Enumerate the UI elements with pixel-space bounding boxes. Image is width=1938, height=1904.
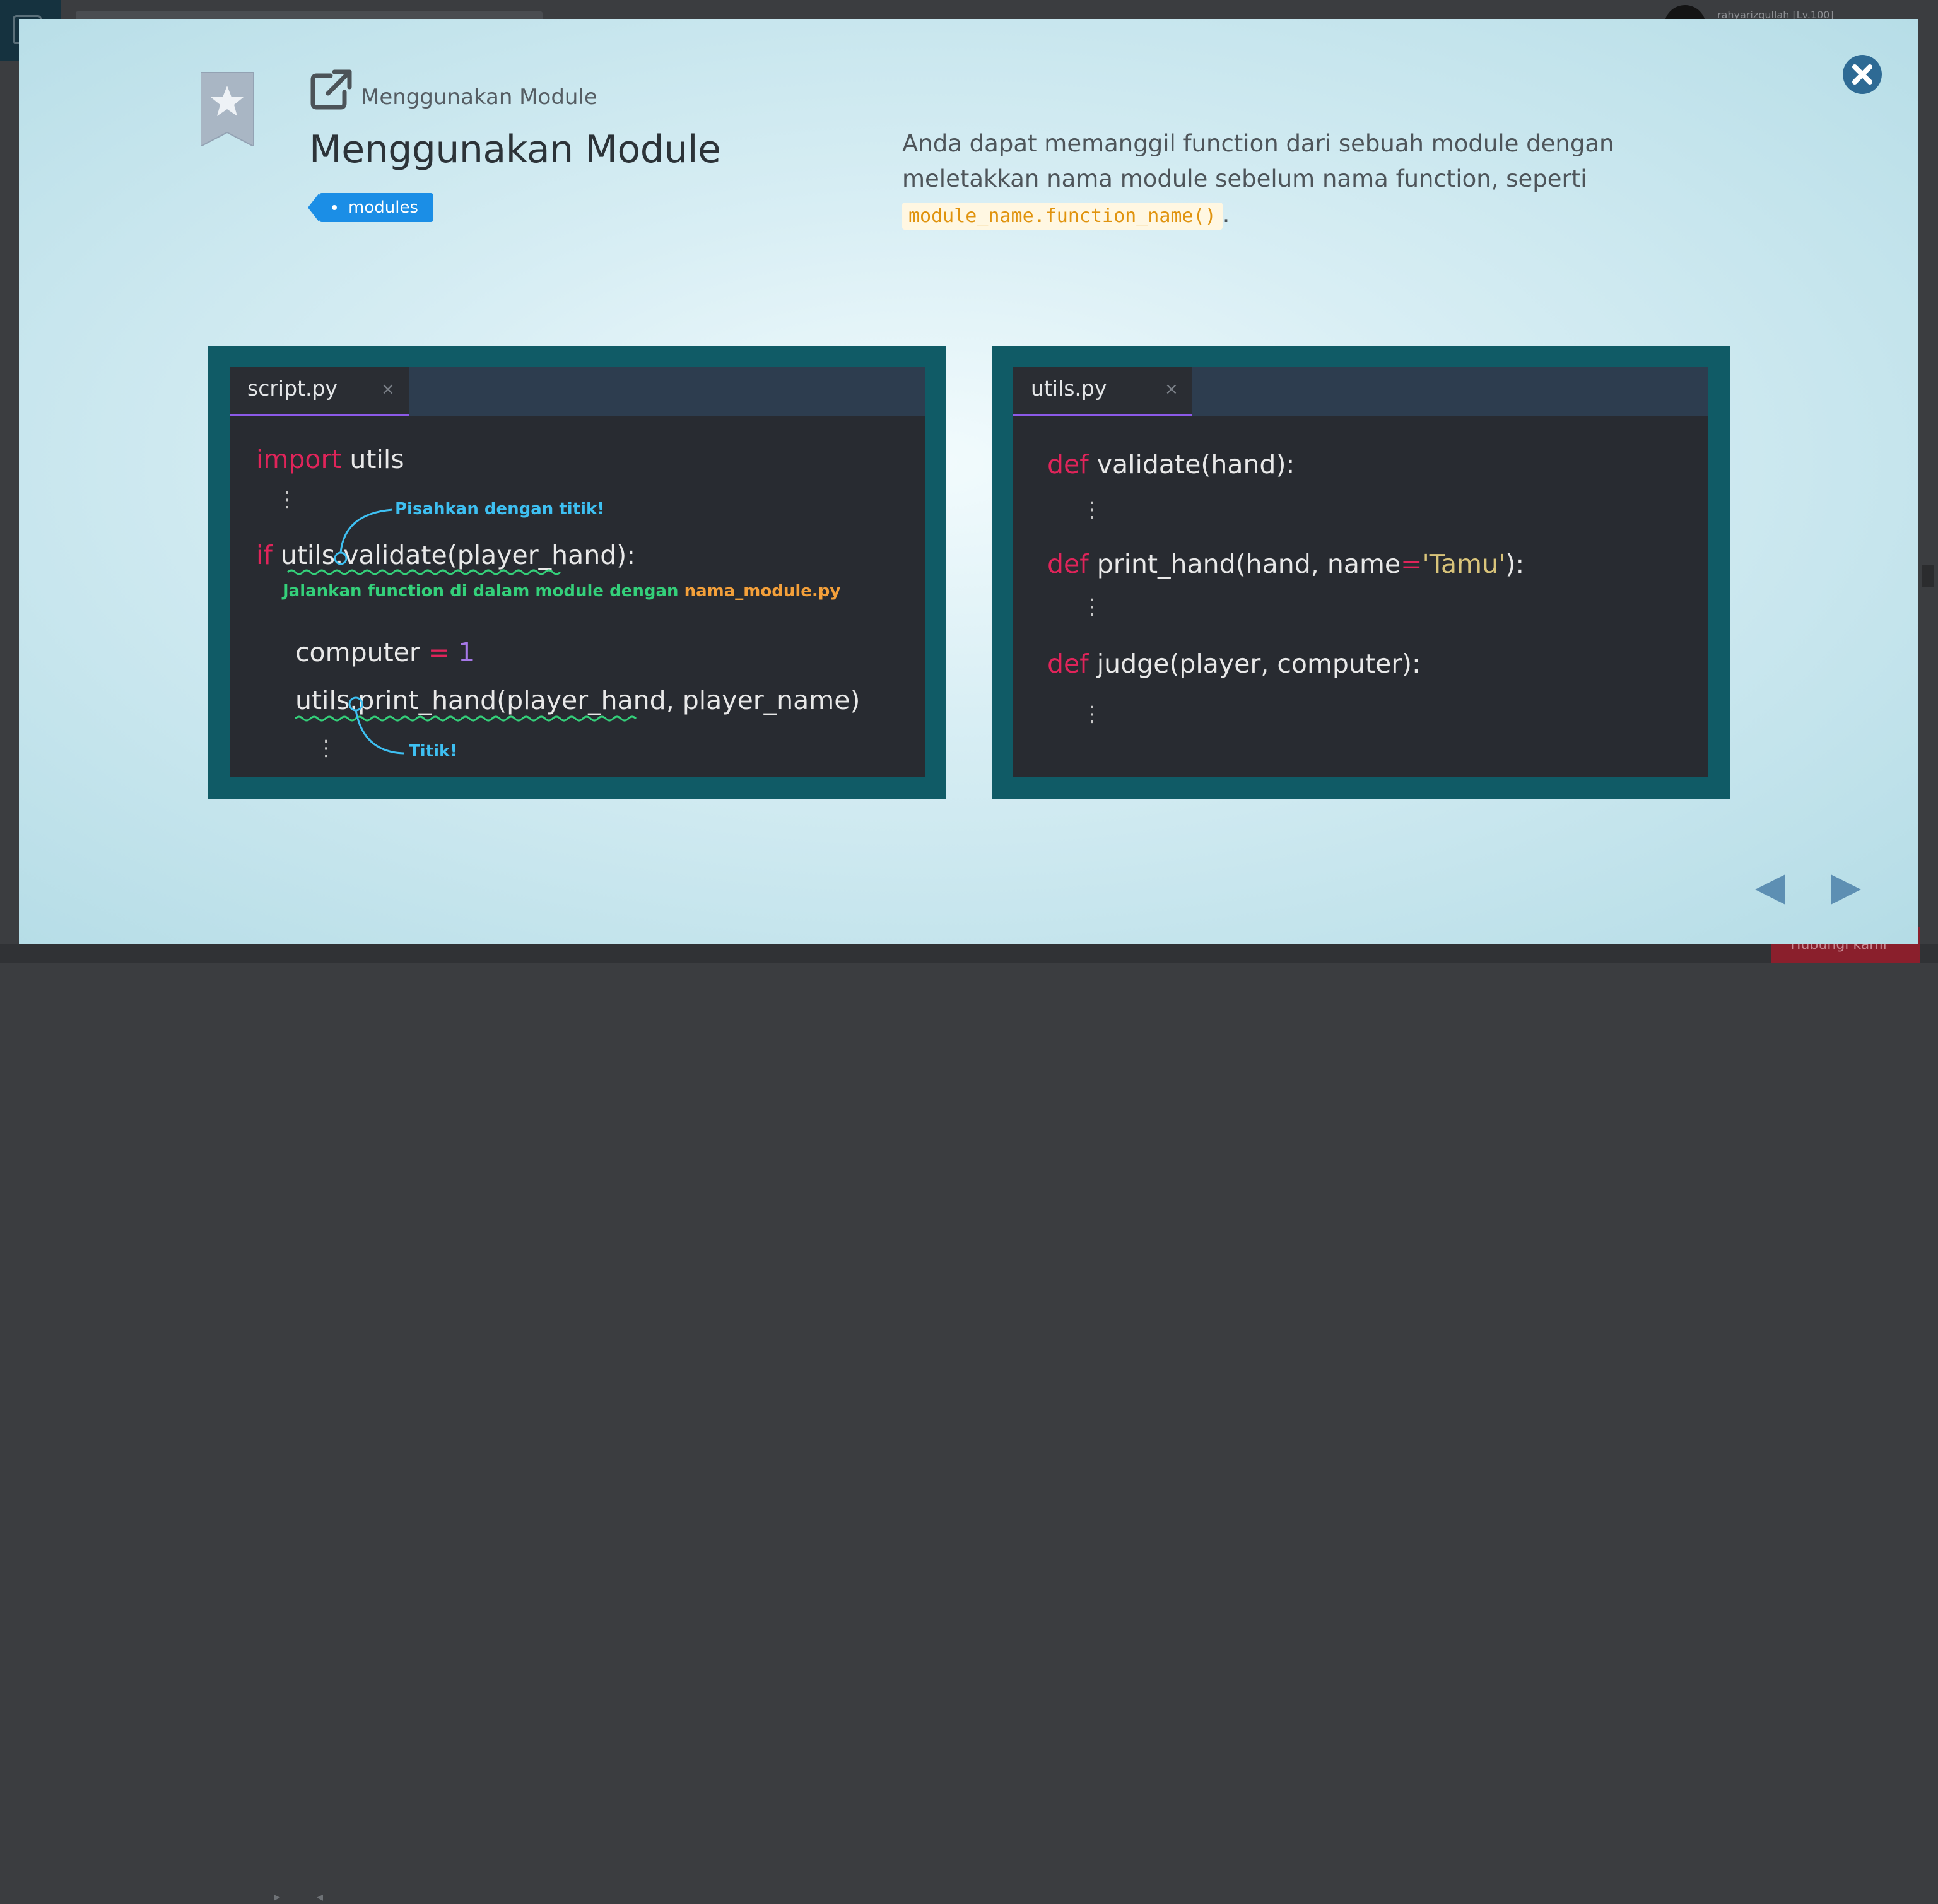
editor-tabbar: utils.py × bbox=[1013, 367, 1708, 416]
keyword: def bbox=[1047, 549, 1089, 579]
code-text: judge(player, computer): bbox=[1088, 649, 1421, 679]
code-panel-utils: utils.py × def validate(hand): ⋮ def pri… bbox=[992, 346, 1730, 799]
code-text: print_hand(hand, name bbox=[1088, 549, 1401, 579]
code-line-def-validate: def validate(hand): bbox=[1047, 449, 1295, 479]
close-icon[interactable] bbox=[1842, 54, 1882, 95]
annotation-run-text: Jalankan function di dalam module dengan bbox=[283, 582, 684, 601]
tab-label: utils.py bbox=[1031, 376, 1107, 401]
scroll-left-icon[interactable]: ▸ bbox=[274, 1889, 280, 1904]
annotation-titik-note: Titik! bbox=[409, 742, 458, 761]
annotation-module-name: nama_module.py bbox=[684, 582, 841, 601]
slide-modal: Menggunakan Module Menggunakan Module mo… bbox=[19, 19, 1918, 944]
ellipsis: ⋮ bbox=[1081, 497, 1103, 522]
triangle-right-icon[interactable] bbox=[1828, 871, 1864, 908]
ellipsis: ⋮ bbox=[1081, 702, 1103, 727]
code-text: validate(hand): bbox=[1088, 449, 1295, 479]
page-title: Menggunakan Module bbox=[309, 127, 721, 172]
tag-modules[interactable]: modules bbox=[308, 193, 433, 222]
tab-close-icon[interactable]: × bbox=[1165, 380, 1178, 399]
breadcrumb: Menggunakan Module bbox=[361, 85, 597, 110]
triangle-left-icon[interactable] bbox=[1753, 871, 1788, 908]
code-text: ): bbox=[1505, 549, 1525, 579]
ellipsis: ⋮ bbox=[1081, 594, 1103, 620]
code-snippet: module_name.function_name() bbox=[902, 203, 1223, 230]
bookmark-star-icon[interactable] bbox=[201, 72, 254, 146]
external-link-icon[interactable] bbox=[309, 67, 353, 111]
code-panel-script: script.py × import utils ⋮ if utils.vali… bbox=[208, 346, 946, 799]
slide-description: Anda dapat memanggil function dari sebua… bbox=[902, 126, 1621, 234]
code-line-def-print-hand: def print_hand(hand, name='Tamu'): bbox=[1047, 549, 1524, 579]
bottom-bar: ▸ ◂ bbox=[0, 944, 1938, 1904]
annotation-dot-note: Pisahkan dengan titik! bbox=[395, 500, 605, 519]
keyword: def bbox=[1047, 449, 1089, 479]
keyword: def bbox=[1047, 649, 1089, 679]
annotation-overlay bbox=[286, 508, 637, 755]
code-editor: script.py × import utils ⋮ if utils.vali… bbox=[230, 367, 925, 777]
annotation-run-note: Jalankan function di dalam module dengan… bbox=[283, 582, 840, 601]
string-literal: 'Tamu' bbox=[1422, 549, 1506, 579]
code-line-def-judge: def judge(player, computer): bbox=[1047, 649, 1421, 679]
code-editor: utils.py × def validate(hand): ⋮ def pri… bbox=[1013, 367, 1708, 777]
operator: = bbox=[1401, 549, 1423, 579]
tab-utils-py[interactable]: utils.py × bbox=[1013, 367, 1192, 416]
description-text: Anda dapat memanggil function dari sebua… bbox=[902, 130, 1614, 192]
scroll-left-arrow-icon[interactable]: ◂ bbox=[317, 1889, 323, 1904]
description-suffix: . bbox=[1222, 201, 1230, 228]
scrollbar-thumb[interactable] bbox=[1922, 565, 1934, 587]
